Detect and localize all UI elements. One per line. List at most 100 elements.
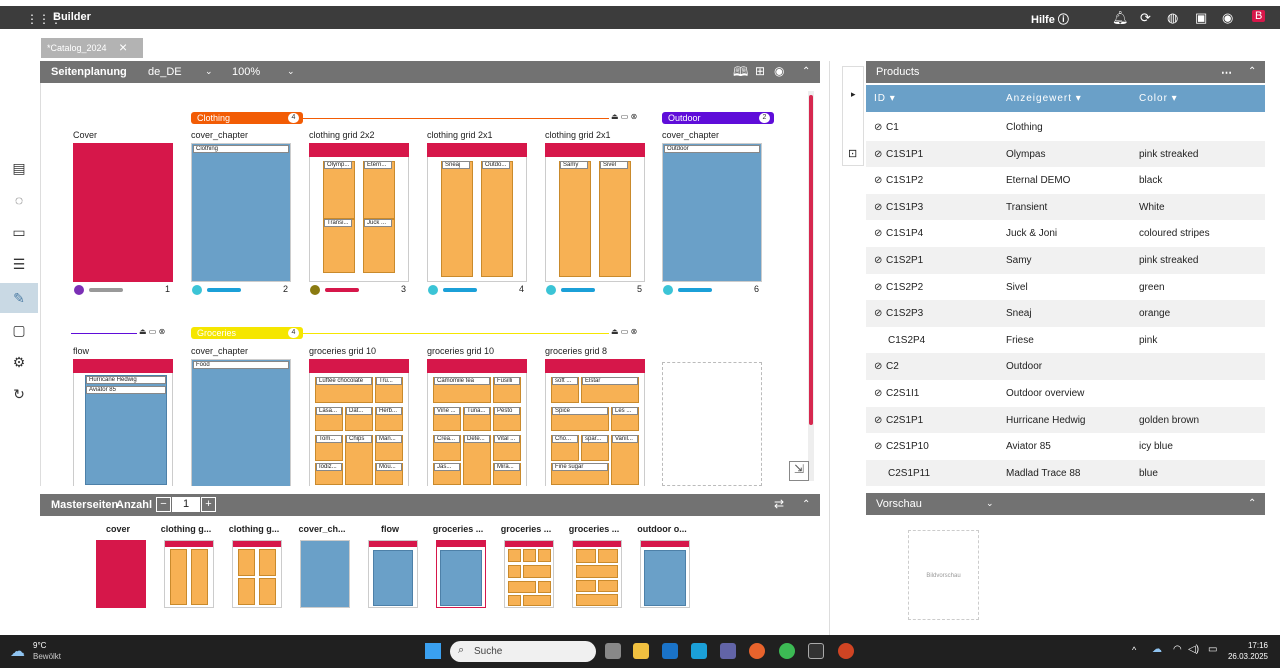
collapse-icon[interactable]: ⌃: [1248, 498, 1256, 509]
skype-icon[interactable]: [691, 643, 707, 659]
panel-divider[interactable]: [829, 61, 830, 635]
fit-view-icon[interactable]: ⇲: [789, 461, 809, 481]
table-row[interactable]: C2S1P11 Madlad Trace 88 blue: [866, 459, 1265, 487]
bell-icon[interactable]: 🔔︎: [1112, 10, 1129, 26]
save-icon[interactable]: ▣: [1195, 10, 1207, 26]
table-row[interactable]: ⊘ C1S2P2 Sivel green: [866, 274, 1265, 301]
table-row[interactable]: ⊘ C2 Outdoor: [866, 353, 1265, 380]
page-header-band: [545, 359, 645, 373]
page-groceries-grid-10[interactable]: groceries grid 10 Camomile tea Fusilli V…: [427, 346, 527, 486]
grid-view-icon[interactable]: ⊞: [755, 64, 765, 78]
help-link[interactable]: Hilfe ⓘ: [1031, 11, 1069, 27]
page-groceries-grid-8[interactable]: groceries grid 8 soft ... Elstar Spice L…: [545, 346, 645, 486]
grid-cell: [523, 549, 536, 562]
table-row[interactable]: ⊘ C1S1P2 Eternal DEMO black: [866, 167, 1265, 194]
account-icon[interactable]: ◉: [1222, 10, 1233, 26]
search-box[interactable]: ⌕ Suche: [450, 641, 596, 662]
grid-cell: [576, 565, 618, 578]
table-row[interactable]: ⊘ C1S1P1 Olympas pink streaked: [866, 140, 1265, 168]
terminal-icon[interactable]: [808, 643, 824, 659]
table-row[interactable]: C1S2P4 Friese pink: [866, 327, 1265, 354]
swap-icon[interactable]: ⇄: [774, 497, 784, 511]
page-cover[interactable]: Cover 1: [73, 130, 173, 295]
page-clothing-grid-2x1[interactable]: clothing grid 2x1 Samy Sivel 5: [545, 130, 645, 295]
chevron-down-icon[interactable]: ⌄: [986, 498, 994, 509]
eye-icon[interactable]: ◉: [774, 64, 784, 78]
page-field: Chips: [346, 435, 372, 443]
table-row[interactable]: ⊘ C2S1P1 Hurricane Hedwig golden brown: [866, 406, 1265, 434]
globe-icon[interactable]: ◍: [1167, 10, 1178, 26]
page-clothing-grid-2x2[interactable]: clothing grid 2x2 Olymp... Etern... Tran…: [309, 130, 409, 295]
table-row[interactable]: ⊘ C1S1P4 Juck & Joni coloured stripes: [866, 220, 1265, 247]
file-explorer-icon[interactable]: [633, 643, 649, 659]
cycle-icon[interactable]: ◌: [10, 192, 28, 210]
count-input[interactable]: 1: [172, 497, 200, 512]
grid-cell: [323, 161, 355, 219]
powerpoint-icon[interactable]: [838, 643, 854, 659]
grid-cell: [363, 161, 395, 219]
wifi-icon[interactable]: ◠: [1173, 644, 1182, 655]
document-tab[interactable]: *Catalog_2024 ×: [41, 38, 143, 58]
empty-page-slot[interactable]: [662, 362, 762, 486]
clock-time[interactable]: 17:16: [1244, 641, 1268, 650]
outlook-icon[interactable]: [662, 643, 678, 659]
collapse-icon[interactable]: ⌃: [1248, 66, 1256, 77]
chapter-clothing[interactable]: Clothing 4: [191, 112, 303, 124]
chapter-controls[interactable]: ⏏ ▭ ⊗: [139, 327, 165, 336]
status-dot: [428, 285, 438, 295]
increment-button[interactable]: +: [201, 497, 216, 512]
collapse-icon[interactable]: ⌃: [802, 499, 810, 510]
edit-icon[interactable]: ✎: [0, 283, 38, 313]
table-row[interactable]: ⊘ C1 Clothing: [866, 114, 1265, 141]
clock-date[interactable]: 26.03.2025: [1224, 652, 1268, 661]
comment-icon[interactable]: ▢: [10, 322, 28, 340]
chapter-groceries[interactable]: Groceries 4: [191, 327, 303, 339]
expand-arrow-icon[interactable]: ▸: [851, 89, 856, 100]
chapter-controls[interactable]: ⏏ ▭ ⊗: [611, 327, 637, 336]
list-icon[interactable]: ☰: [10, 256, 28, 274]
collapse-icon[interactable]: ⌃: [802, 66, 810, 77]
chrome-icon[interactable]: [779, 643, 795, 659]
page-cover-chapter[interactable]: cover_chapter Outdoor 6: [662, 130, 762, 295]
table-row[interactable]: ⊘ C2S1I1 Outdoor overview: [866, 380, 1265, 407]
decrement-button[interactable]: −: [156, 497, 171, 512]
battery-icon[interactable]: ▭: [1208, 644, 1217, 655]
volume-icon[interactable]: ◁): [1188, 644, 1199, 655]
table-row[interactable]: ⊘ C2S1P10 Aviator 85 icy blue: [866, 433, 1265, 460]
chapter-controls[interactable]: ⏏ ▭ ⊗: [611, 112, 637, 121]
refresh-icon[interactable]: ⟳: [1140, 10, 1151, 26]
page-cover-chapter[interactable]: cover_chapter Food: [191, 346, 291, 486]
settings-icon[interactable]: ⚙: [10, 354, 28, 372]
chapter-outdoor[interactable]: Outdoor 2: [662, 112, 774, 124]
windows-start-icon[interactable]: [425, 643, 441, 659]
zoom-select[interactable]: 100%: [232, 66, 260, 78]
check-icon: ⊘: [874, 281, 883, 293]
locale-select[interactable]: de_DE: [148, 66, 182, 78]
close-icon[interactable]: ×: [119, 39, 127, 55]
page-flow[interactable]: flow Hurricane Hedwig Aviator 85: [73, 346, 173, 486]
onedrive-icon[interactable]: ☁: [1152, 644, 1162, 655]
table-row[interactable]: ⊘ C1S2P1 Samy pink streaked: [866, 247, 1265, 274]
pages-icon[interactable]: ▤: [10, 160, 28, 178]
teams-icon[interactable]: [720, 643, 736, 659]
select-frame-icon[interactable]: ⊡: [848, 147, 857, 160]
book-icon[interactable]: 🕮︎: [733, 63, 748, 85]
page-groceries-grid-10[interactable]: groceries grid 10 Luftée chocolate Tru..…: [309, 346, 409, 486]
column-display-value[interactable]: Anzeigewert ▾: [1006, 93, 1082, 104]
chevron-down-icon[interactable]: ⌄: [287, 66, 295, 77]
column-id[interactable]: ID ▾: [874, 93, 896, 104]
table-row[interactable]: ⊘ C1S2P3 Sneaj orange: [866, 300, 1265, 327]
column-color[interactable]: Color ▾: [1139, 93, 1178, 104]
firefox-icon[interactable]: [749, 643, 765, 659]
sync-icon[interactable]: ↻: [10, 386, 28, 404]
page-clothing-grid-2x1[interactable]: clothing grid 2x1 Sneaj Outdo... 4: [427, 130, 527, 295]
table-row[interactable]: ⊘ C1S1P3 Transient White: [866, 193, 1265, 221]
chevron-down-icon[interactable]: ⌄: [205, 66, 213, 77]
more-icon[interactable]: ⋯: [1221, 66, 1232, 79]
vertical-scrollbar[interactable]: [809, 95, 813, 425]
folder-icon[interactable]: ▭: [10, 224, 28, 242]
page-cover-chapter[interactable]: cover_chapter Clothing 2: [191, 130, 291, 295]
chapter-count: 2: [759, 113, 770, 123]
tray-chevron-icon[interactable]: ^: [1132, 645, 1136, 655]
task-view-icon[interactable]: [605, 643, 621, 659]
